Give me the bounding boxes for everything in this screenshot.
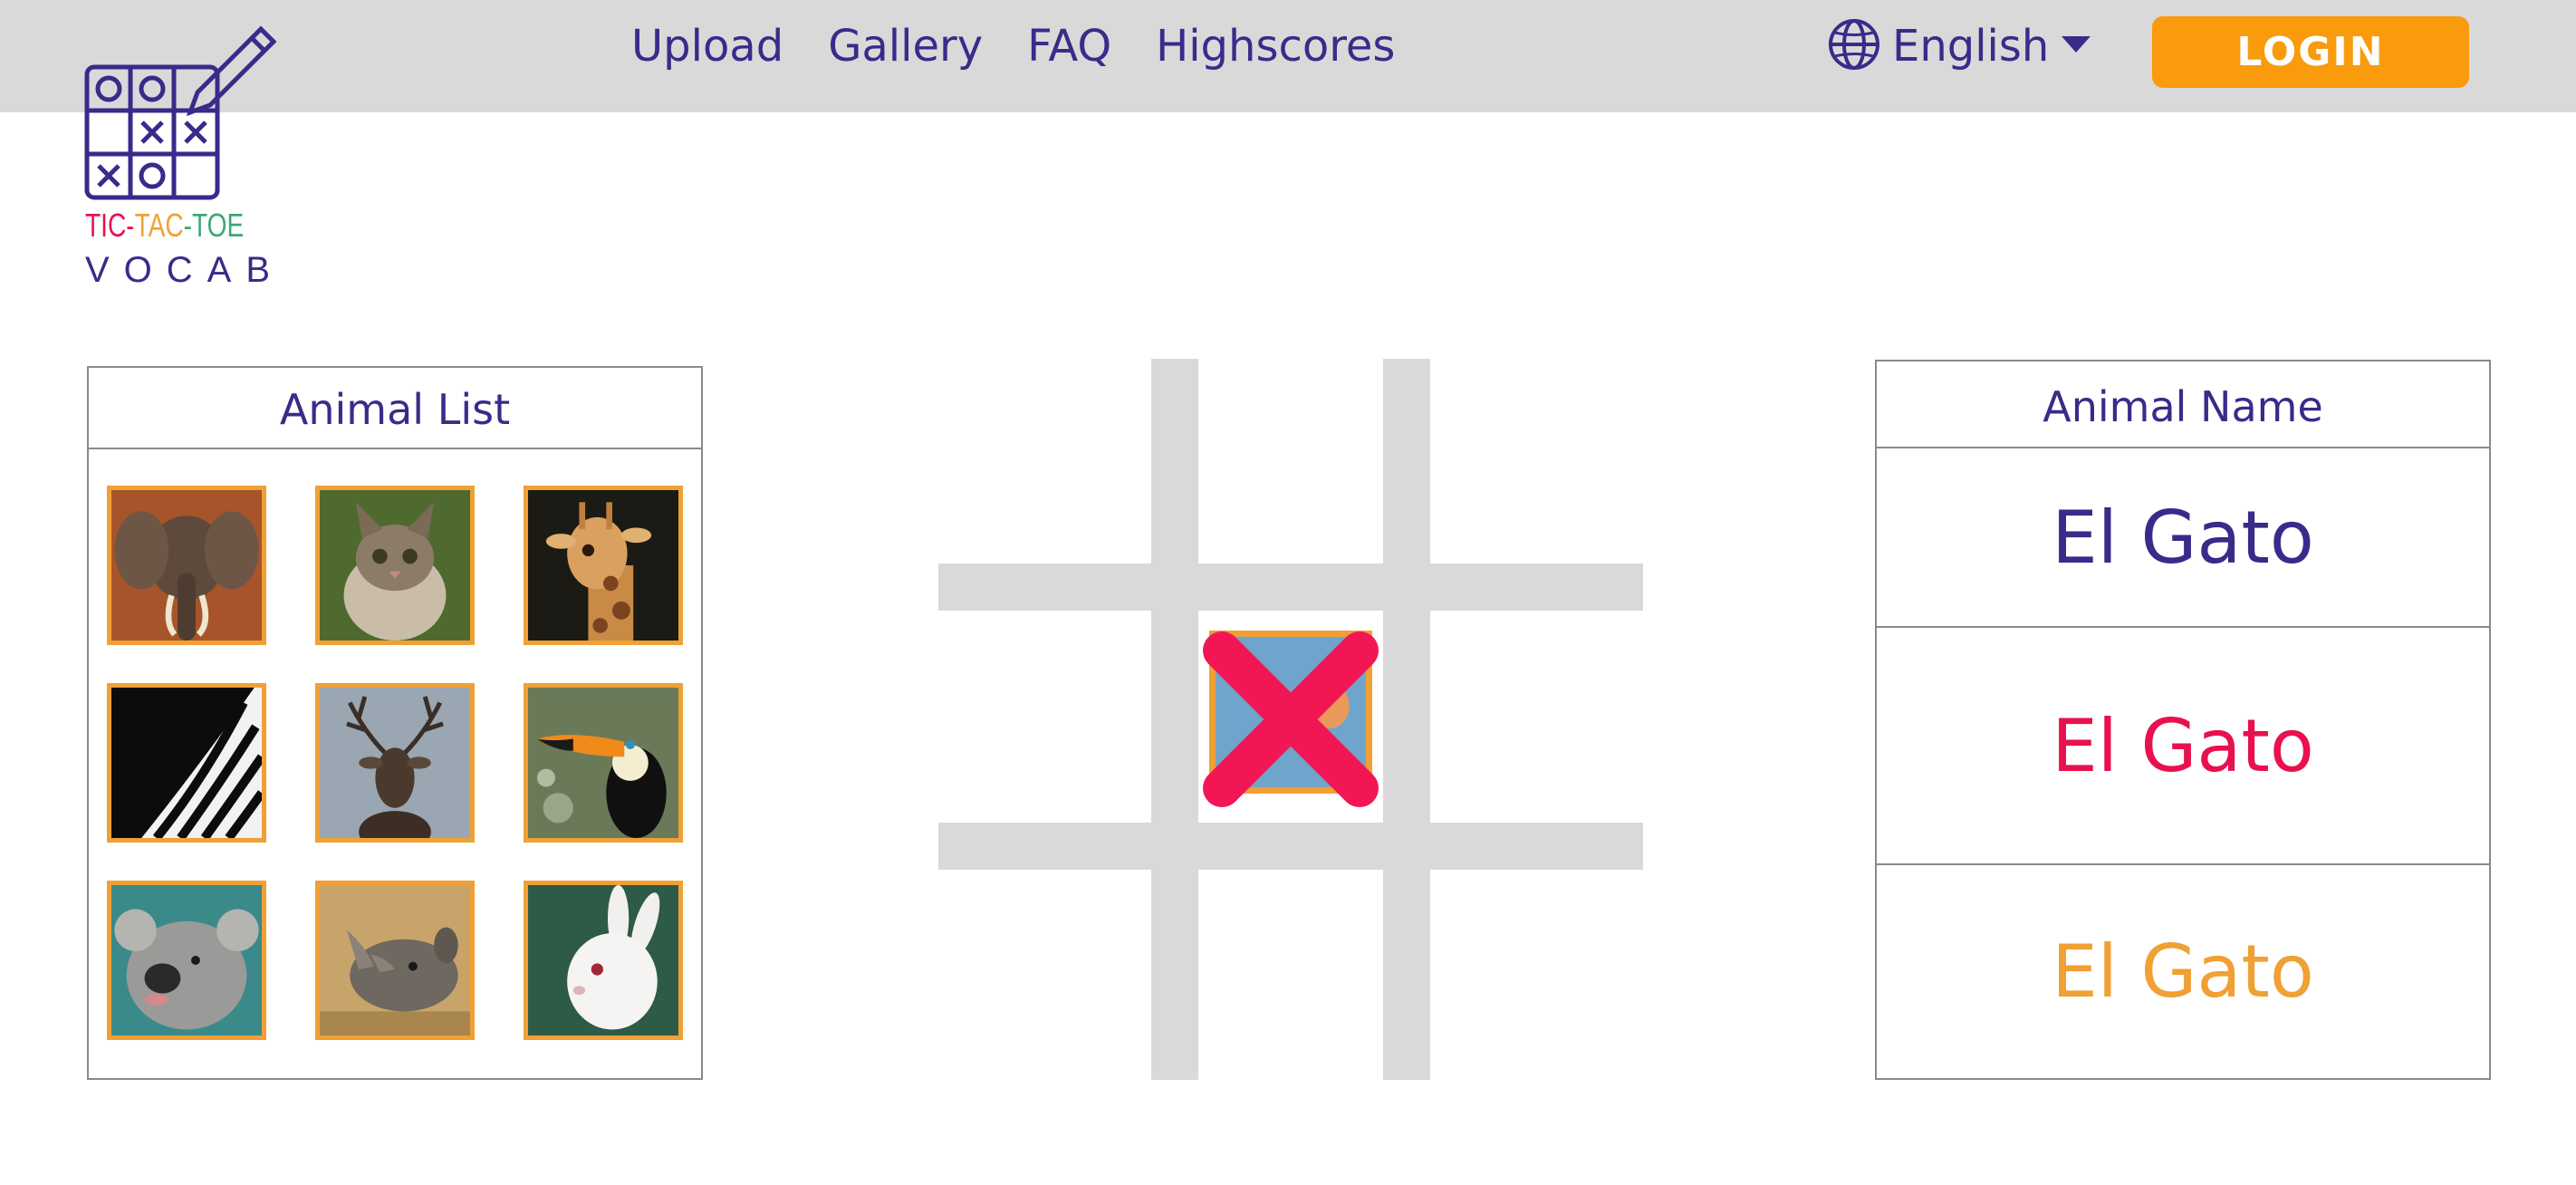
logo-wordmark-bottom: VOCAB bbox=[85, 250, 285, 290]
tic-tac-toe-board bbox=[938, 359, 1643, 1080]
board-line-horizontal-bottom bbox=[938, 823, 1643, 870]
board-cell-5[interactable] bbox=[1198, 611, 1383, 823]
tic-tac-toe-logo-icon bbox=[84, 25, 277, 200]
board-cell-3[interactable] bbox=[1430, 359, 1643, 564]
logo-wordmark-top: TIC-TAC-TOE bbox=[85, 207, 245, 244]
top-nav-bar: Upload Gallery FAQ Highscores English LO… bbox=[0, 0, 2576, 112]
animal-tile-kitten[interactable] bbox=[315, 486, 475, 645]
board-cell-8[interactable] bbox=[1198, 870, 1383, 1080]
animal-tile-deer[interactable] bbox=[315, 683, 475, 843]
board-cell-2[interactable] bbox=[1198, 359, 1383, 564]
rhinoceros-image bbox=[320, 885, 470, 1036]
animal-list-panel: Animal List bbox=[87, 366, 703, 1080]
animal-list-title: Animal List bbox=[89, 368, 701, 449]
language-selector[interactable]: English bbox=[1827, 16, 2092, 76]
animal-tile-koala[interactable] bbox=[107, 881, 266, 1040]
nav-faq-link[interactable]: FAQ bbox=[1027, 16, 1111, 76]
animal-tile-toucan[interactable] bbox=[524, 683, 683, 843]
globe-icon bbox=[1827, 17, 1881, 75]
caret-down-icon bbox=[2060, 34, 2092, 59]
main-nav: Upload Gallery FAQ Highscores bbox=[631, 16, 1395, 76]
animal-tile-rabbit[interactable] bbox=[524, 881, 683, 1040]
deer-image bbox=[320, 688, 470, 838]
toucan-image bbox=[528, 688, 678, 838]
animal-name-option-1[interactable]: El Gato bbox=[1877, 448, 2489, 628]
board-cell-7[interactable] bbox=[938, 870, 1151, 1080]
koala-image bbox=[111, 885, 262, 1036]
board-cell-6[interactable] bbox=[1430, 611, 1643, 823]
kitten-image bbox=[320, 490, 470, 641]
animal-tile-zebra[interactable] bbox=[107, 683, 266, 843]
animal-name-option-2[interactable]: El Gato bbox=[1877, 628, 2489, 865]
elephant-image bbox=[111, 490, 262, 641]
zebra-image bbox=[111, 688, 262, 838]
animal-tile-elephant[interactable] bbox=[107, 486, 266, 645]
nav-highscores-link[interactable]: Highscores bbox=[1156, 16, 1395, 76]
board-cell-9[interactable] bbox=[1430, 870, 1643, 1080]
rabbit-image bbox=[528, 885, 678, 1036]
giraffe-image bbox=[528, 490, 678, 641]
animal-tile-rhinoceros[interactable] bbox=[315, 881, 475, 1040]
animal-name-panel: Animal Name El Gato El Gato El Gato bbox=[1875, 360, 2491, 1080]
animal-name-option-3[interactable]: El Gato bbox=[1877, 865, 2489, 1078]
login-button[interactable]: LOGIN bbox=[2152, 16, 2469, 88]
nav-gallery-link[interactable]: Gallery bbox=[828, 16, 983, 76]
animal-image-grid bbox=[107, 486, 687, 1040]
nav-upload-link[interactable]: Upload bbox=[631, 16, 783, 76]
language-label: English bbox=[1892, 21, 2050, 72]
board-cell-4[interactable] bbox=[938, 611, 1151, 823]
board-line-horizontal-top bbox=[938, 564, 1643, 611]
logo[interactable]: TIC-TAC-TOE VOCAB bbox=[83, 13, 283, 290]
board-line-vertical-right bbox=[1383, 359, 1430, 1080]
board-line-vertical-left bbox=[1151, 359, 1198, 1080]
board-cell-1[interactable] bbox=[938, 359, 1151, 564]
animal-tile-giraffe[interactable] bbox=[524, 486, 683, 645]
animal-name-title: Animal Name bbox=[1877, 361, 2489, 448]
x-mark-icon bbox=[1203, 631, 1379, 807]
